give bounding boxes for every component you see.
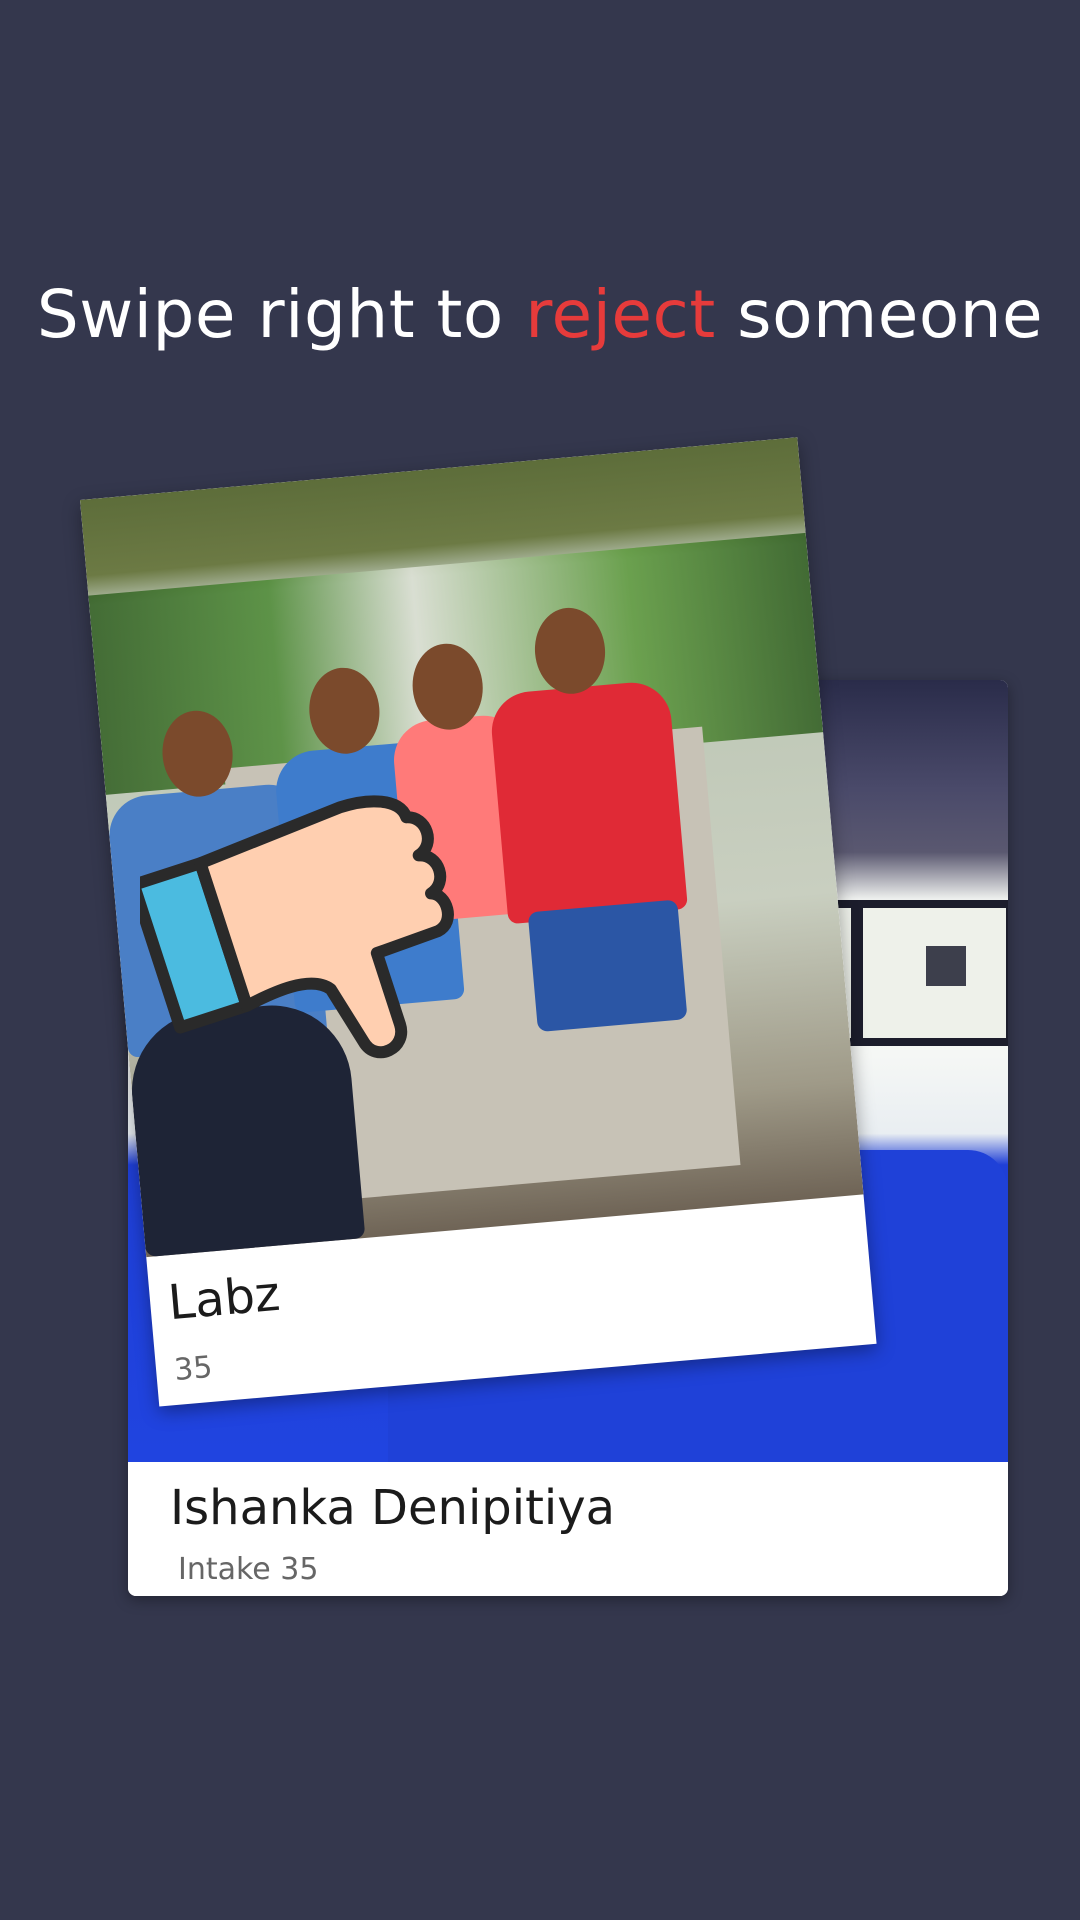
profile-intake-back: Intake 35	[178, 1552, 319, 1587]
onboarding-headline: Swipe right to reject someone	[0, 276, 1080, 353]
profile-name-front: Labz	[165, 1265, 283, 1332]
profile-name-back: Ishanka Denipitiya	[170, 1480, 616, 1536]
headline-text-end: someone	[715, 276, 1044, 353]
thumbs-down-icon	[140, 795, 454, 1059]
headline-text-start: Swipe right to	[36, 276, 526, 353]
headline-accent: reject	[525, 276, 716, 353]
person-figure	[488, 679, 688, 925]
profile-intake-front: 35	[172, 1349, 214, 1389]
